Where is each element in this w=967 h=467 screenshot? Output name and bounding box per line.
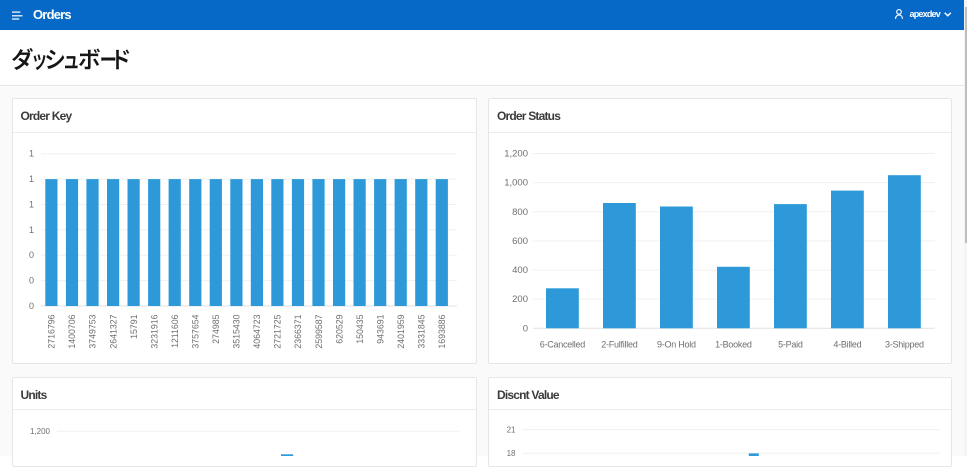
svg-text:5-Paid: 5-Paid bbox=[778, 340, 803, 350]
svg-text:3231916: 3231916 bbox=[149, 314, 159, 348]
svg-text:1,000: 1,000 bbox=[504, 178, 528, 189]
svg-text:274985: 274985 bbox=[211, 314, 221, 343]
svg-text:1,200: 1,200 bbox=[504, 149, 528, 160]
svg-text:3757654: 3757654 bbox=[190, 314, 200, 348]
svg-text:2641327: 2641327 bbox=[108, 314, 118, 348]
svg-text:1: 1 bbox=[29, 174, 34, 184]
svg-text:4064723: 4064723 bbox=[252, 314, 262, 348]
svg-text:18: 18 bbox=[507, 449, 516, 456]
svg-text:4-Billed: 4-Billed bbox=[833, 340, 861, 350]
svg-text:2401959: 2401959 bbox=[396, 314, 406, 348]
svg-text:200: 200 bbox=[512, 294, 528, 305]
svg-text:0: 0 bbox=[523, 323, 528, 334]
svg-text:2716796: 2716796 bbox=[47, 314, 57, 348]
svg-text:2366371: 2366371 bbox=[293, 314, 303, 348]
svg-text:15791: 15791 bbox=[129, 314, 139, 338]
svg-text:3331845: 3331845 bbox=[417, 314, 427, 348]
svg-text:1211606: 1211606 bbox=[170, 314, 180, 348]
svg-text:943691: 943691 bbox=[375, 314, 385, 343]
svg-text:1: 1 bbox=[29, 200, 34, 210]
svg-text:2721725: 2721725 bbox=[273, 314, 283, 348]
svg-text:3515430: 3515430 bbox=[232, 314, 242, 348]
svg-text:1400706: 1400706 bbox=[67, 314, 77, 348]
svg-text:150435: 150435 bbox=[355, 314, 365, 343]
svg-text:0: 0 bbox=[29, 276, 34, 286]
svg-text:9-On Hold: 9-On Hold bbox=[657, 340, 696, 350]
svg-text:1: 1 bbox=[29, 225, 34, 235]
svg-text:0: 0 bbox=[29, 250, 34, 260]
svg-text:3-Shipped: 3-Shipped bbox=[885, 340, 924, 350]
svg-text:800: 800 bbox=[512, 207, 528, 218]
svg-text:3749753: 3749753 bbox=[88, 314, 98, 348]
svg-text:1: 1 bbox=[29, 149, 34, 159]
svg-text:600: 600 bbox=[512, 236, 528, 247]
svg-text:21: 21 bbox=[507, 425, 516, 434]
svg-text:400: 400 bbox=[512, 265, 528, 276]
svg-text:620529: 620529 bbox=[334, 314, 344, 343]
svg-text:1,200: 1,200 bbox=[30, 427, 51, 436]
svg-text:1693886: 1693886 bbox=[437, 314, 447, 348]
svg-text:2-Fulfilled: 2-Fulfilled bbox=[601, 340, 638, 350]
svg-text:1-Booked: 1-Booked bbox=[715, 340, 752, 350]
svg-text:6-Cancelled: 6-Cancelled bbox=[540, 340, 586, 350]
svg-text:0: 0 bbox=[29, 301, 34, 311]
svg-text:2599587: 2599587 bbox=[314, 314, 324, 348]
